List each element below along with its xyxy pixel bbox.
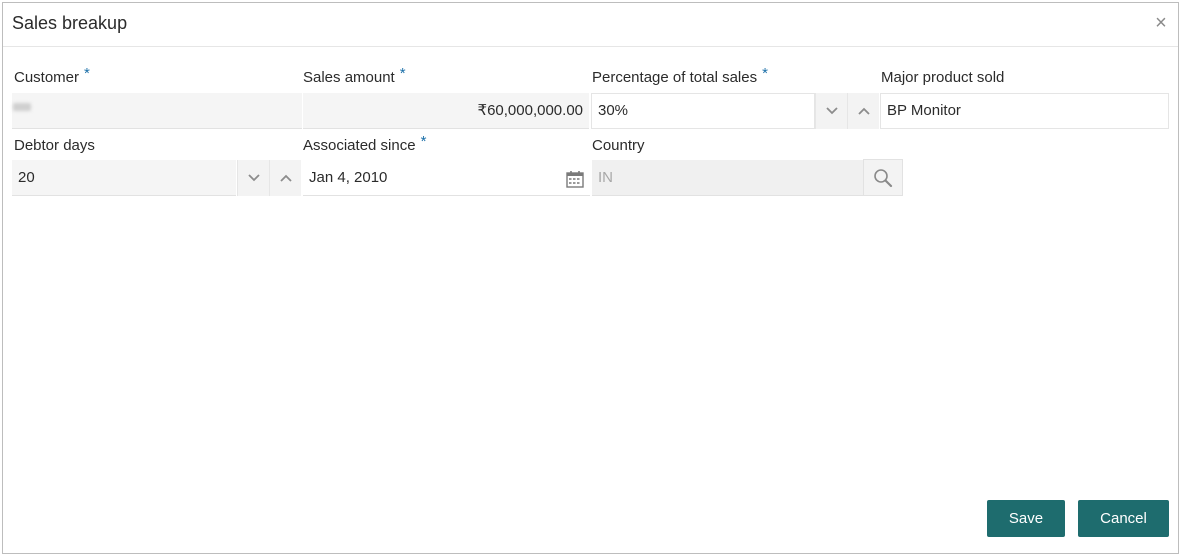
dialog-title: Sales breakup: [12, 13, 128, 33]
country-label: Country: [592, 137, 645, 154]
required-mark: *: [399, 65, 406, 82]
chevron-down-icon: [247, 174, 260, 182]
percentage-increment-button[interactable]: [847, 93, 879, 129]
customer-label: Customer *: [14, 65, 90, 86]
major-product-field[interactable]: BP Monitor: [880, 93, 1169, 129]
required-mark: *: [762, 65, 768, 82]
country-search-button[interactable]: [863, 159, 903, 196]
country-field[interactable]: IN: [592, 160, 863, 196]
associated-since-label-text: Associated since: [303, 137, 416, 154]
debtor-days-decrement-button[interactable]: [237, 160, 269, 196]
sales-amount-label-text: Sales amount: [303, 69, 395, 86]
percentage-label-text: Percentage of total sales: [592, 69, 758, 86]
close-icon[interactable]: ×: [1152, 13, 1170, 33]
chevron-up-icon: [279, 174, 292, 182]
chevron-up-icon: [857, 107, 870, 115]
dialog-header: Sales breakup ×: [3, 3, 1178, 47]
customer-label-text: Customer: [14, 69, 80, 86]
cancel-button[interactable]: Cancel: [1078, 500, 1169, 537]
required-mark: *: [420, 133, 427, 150]
debtor-days-field[interactable]: 20: [12, 160, 236, 196]
search-icon: [874, 168, 893, 187]
customer-field[interactable]: [12, 93, 302, 129]
save-button[interactable]: Save: [987, 500, 1065, 537]
percentage-decrement-button[interactable]: [815, 93, 847, 129]
associated-since-label: Associated since *: [303, 133, 426, 154]
percentage-label: Percentage of total sales *: [592, 65, 768, 86]
debtor-days-label: Debtor days: [14, 137, 95, 154]
sales-amount-label: Sales amount *: [303, 65, 406, 86]
calendar-icon[interactable]: [566, 170, 584, 188]
required-mark: *: [84, 65, 90, 82]
associated-since-field[interactable]: Jan 4, 2010: [303, 160, 590, 196]
chevron-down-icon: [825, 107, 838, 115]
major-product-label: Major product sold: [881, 69, 1005, 86]
customer-value-redacted: [13, 103, 31, 111]
sales-amount-field[interactable]: ₹60,000,000.00: [303, 93, 589, 129]
percentage-field[interactable]: 30%: [591, 93, 815, 129]
debtor-days-increment-button[interactable]: [269, 160, 301, 196]
